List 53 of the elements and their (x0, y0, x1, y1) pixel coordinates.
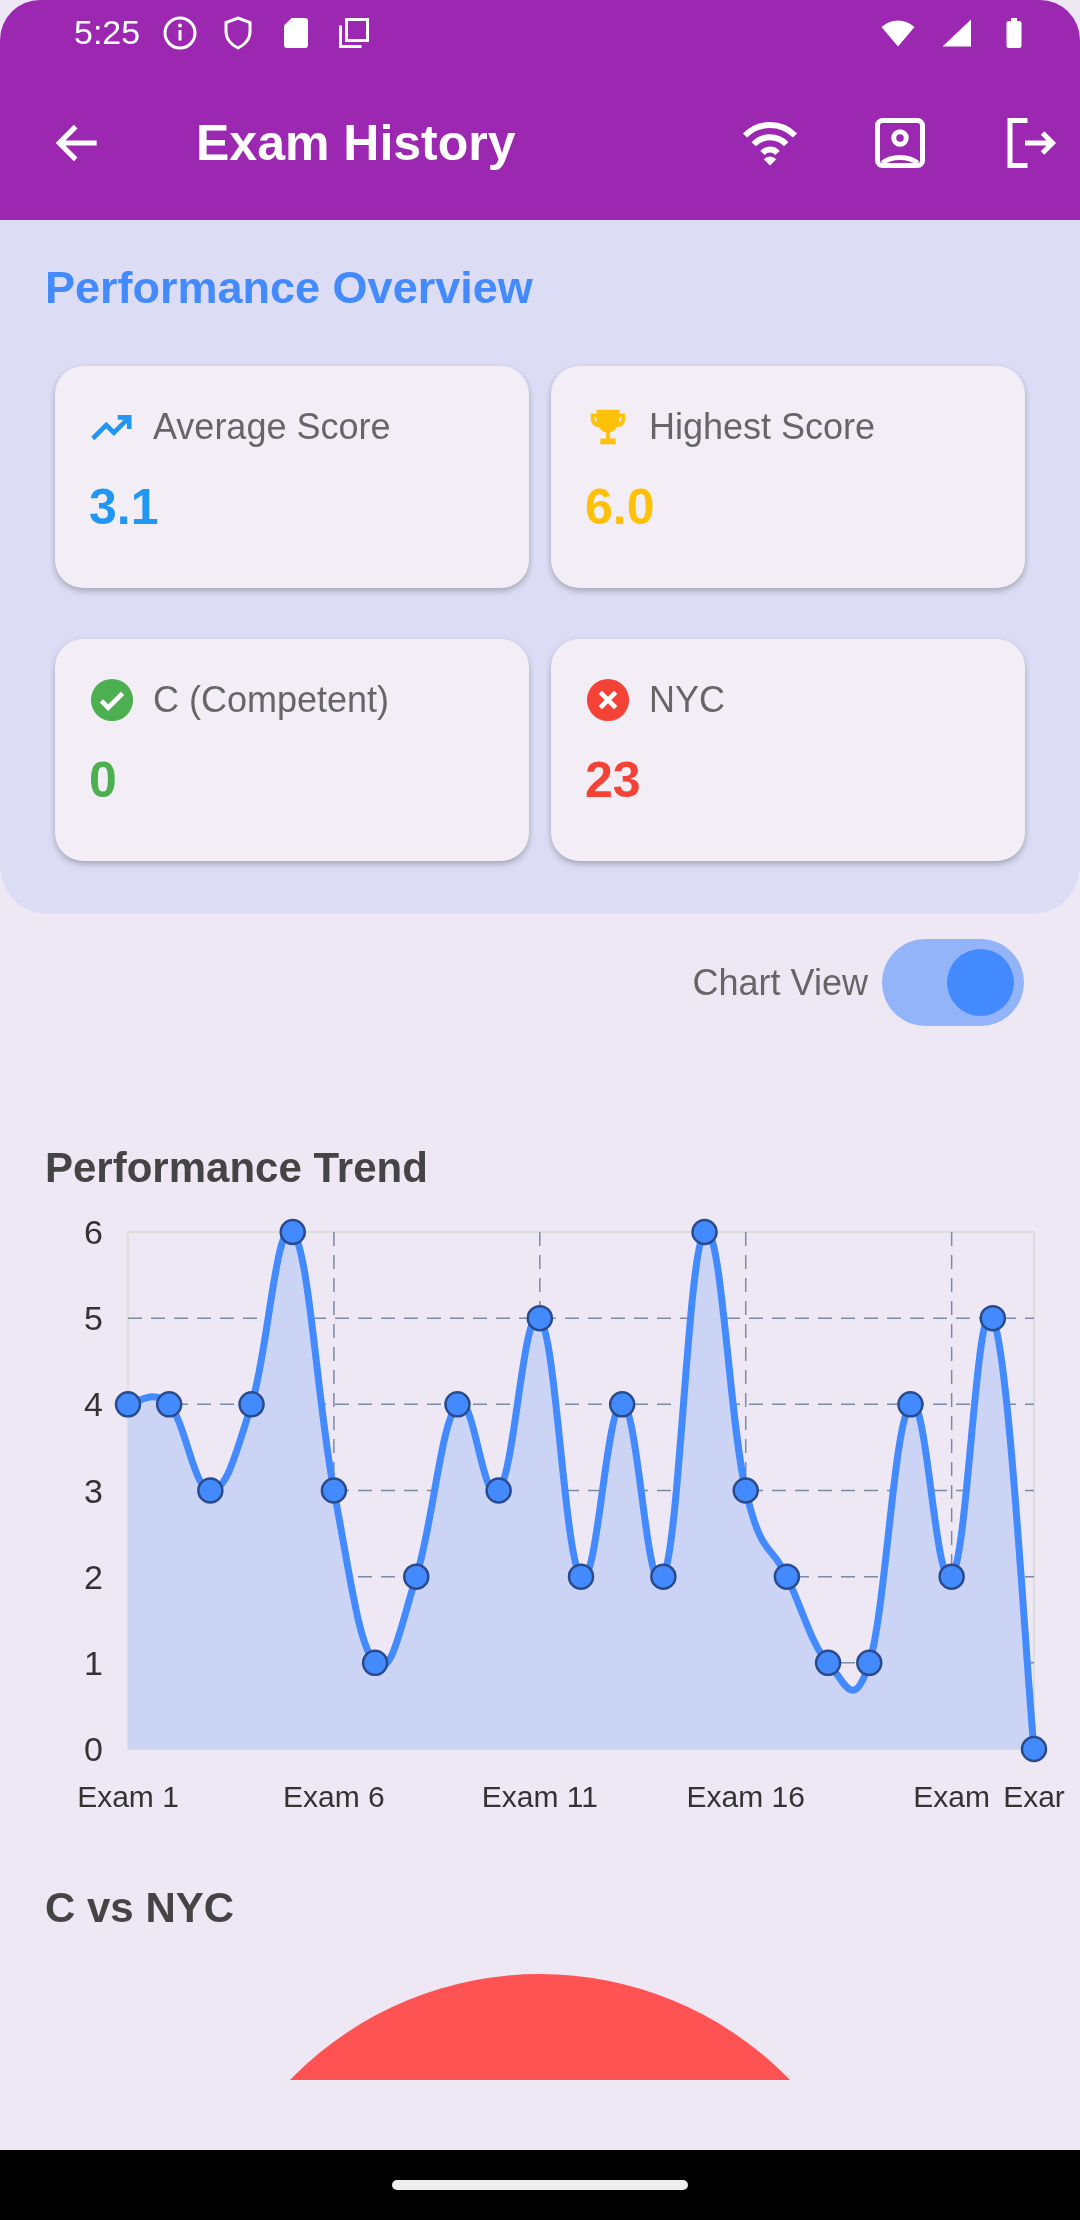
data-point (444, 1391, 471, 1418)
data-point (814, 1649, 842, 1677)
data-point (897, 1391, 924, 1418)
stat-value: 6.0 (585, 478, 656, 536)
data-point (155, 1391, 183, 1418)
info-icon (162, 14, 199, 51)
stat-label: NYC (649, 679, 725, 721)
data-point (732, 1477, 759, 1504)
data-point (608, 1391, 636, 1418)
x-axis-label: Exar (1003, 1780, 1065, 1813)
x-axis-label: Exam 11 (481, 1780, 598, 1813)
toggle-label: Chart View (692, 961, 868, 1004)
data-point (567, 1563, 595, 1590)
y-axis-label: 3 (84, 1471, 103, 1510)
stat-value: 23 (585, 751, 642, 809)
data-point (114, 1391, 142, 1418)
data-point (320, 1477, 348, 1504)
data-point (403, 1563, 430, 1590)
stat-label: C (Competent) (153, 679, 390, 721)
data-point (361, 1649, 389, 1677)
status-time: 5:25 (74, 13, 141, 52)
x-axis-label: Exam 6 (283, 1780, 385, 1813)
stat-value: 3.1 (89, 478, 160, 536)
y-axis-label: 0 (84, 1730, 103, 1768)
data-point (485, 1477, 512, 1504)
data-point (938, 1563, 965, 1590)
stat-label: Average Score (153, 406, 391, 448)
chart-title: C vs NYC (44, 1884, 236, 1932)
data-point (650, 1563, 677, 1590)
y-axis-label: 1 (84, 1643, 103, 1682)
data-point (238, 1391, 265, 1418)
y-axis-label: 5 (84, 1299, 103, 1338)
data-point (691, 1218, 718, 1246)
data-point (773, 1563, 801, 1590)
chart-title: Performance Trend (44, 1144, 429, 1192)
check-circle-icon (89, 677, 135, 723)
screen-title: Exam History (196, 113, 517, 172)
cancel-circle-icon (585, 677, 631, 723)
x-axis-label: Exam (913, 1780, 990, 1813)
data-point (856, 1649, 883, 1677)
x-axis-label: Exam 16 (686, 1780, 805, 1813)
y-axis-label: 2 (84, 1557, 103, 1596)
section-title: Performance Overview (45, 262, 534, 314)
stat-label: Highest Score (649, 406, 876, 448)
x-axis-label: Exam 1 (77, 1780, 179, 1813)
data-point (979, 1304, 1007, 1332)
y-axis-label: 4 (84, 1385, 103, 1424)
stat-value: 0 (89, 751, 118, 809)
data-point (279, 1218, 306, 1246)
y-axis-label: 6 (84, 1213, 103, 1251)
data-point (197, 1477, 224, 1504)
data-point (1020, 1735, 1048, 1763)
data-point (526, 1304, 554, 1332)
